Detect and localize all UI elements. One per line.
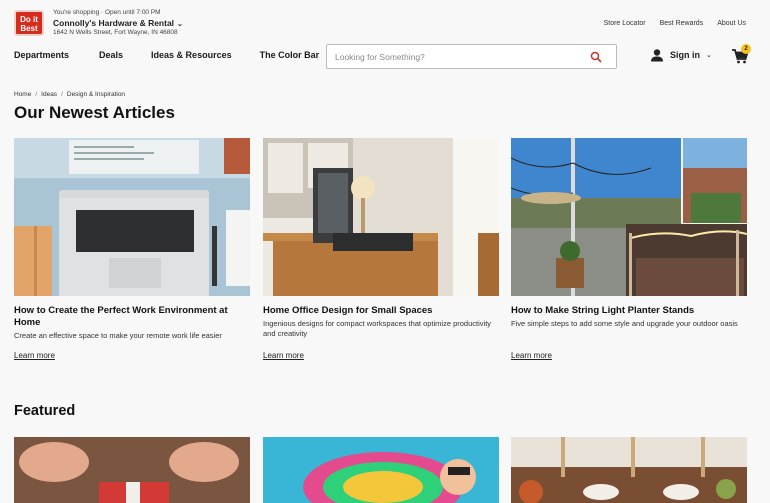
article-card: How to Create the Perfect Work Environme… (14, 138, 250, 360)
breadcrumb-separator: / (61, 91, 63, 98)
article-title[interactable]: Home Office Design for Small Spaces (263, 305, 499, 317)
store-selector[interactable]: Connolly's Hardware & Rental ⌄ (53, 18, 183, 28)
article-card: Home Office Design for Small Spaces Inge… (263, 138, 499, 360)
store-name: Connolly's Hardware & Rental (53, 18, 175, 28)
nav-departments[interactable]: Departments (14, 50, 69, 60)
brand-logo[interactable]: Do it Best (14, 10, 44, 36)
featured-image-table-setting[interactable] (511, 437, 747, 503)
article-description: Create an effective space to make your r… (14, 331, 222, 340)
article-description: Ingenious designs for compact workspaces… (263, 319, 492, 338)
breadcrumb: Home / Ideas / Design & Inspiration (14, 91, 125, 98)
featured-heading: Featured (14, 403, 76, 419)
learn-more-link[interactable]: Learn more (263, 351, 304, 360)
article-title[interactable]: How to Create the Perfect Work Environme… (14, 305, 250, 329)
breadcrumb-ideas[interactable]: Ideas (41, 91, 57, 98)
nav-deals[interactable]: Deals (99, 50, 123, 60)
logo-text-line2: Best (20, 24, 38, 33)
store-address: 1642 N Wells Street, Fort Wayne, IN 4680… (53, 29, 178, 36)
search-icon[interactable] (590, 51, 602, 63)
chevron-down-icon: ⌄ (177, 21, 183, 28)
article-card: How to Make String Light Planter Stands … (511, 138, 747, 360)
search-box (326, 44, 617, 69)
user-icon (651, 49, 663, 62)
article-description: Five simple steps to add some style and … (511, 319, 738, 328)
shopping-status: You're shopping · Open until 7:00 PM (53, 9, 161, 16)
chevron-down-icon: ⌄ (706, 52, 712, 59)
utility-links: Store Locator Best Rewards About Us (604, 20, 746, 27)
cart-count-badge: 2 (741, 44, 751, 54)
top-bar: Do it Best You're shopping · Open until … (0, 0, 770, 38)
breadcrumb-current: Design & Inspiration (66, 91, 126, 98)
page-title: Our Newest Articles (14, 103, 175, 122)
learn-more-link[interactable]: Learn more (511, 351, 552, 360)
article-image-string-lights[interactable] (511, 138, 747, 296)
signin-menu[interactable]: Sign in ⌄ (650, 48, 712, 62)
nav-color-bar[interactable]: The Color Bar (260, 50, 320, 60)
store-locator-link[interactable]: Store Locator (604, 20, 646, 27)
logo-text-line1: Do it (20, 15, 38, 24)
search-input[interactable] (335, 50, 575, 64)
main-nav: Departments Deals Ideas & Resources The … (14, 50, 347, 60)
learn-more-link[interactable]: Learn more (14, 351, 55, 360)
nav-ideas-resources[interactable]: Ideas & Resources (151, 50, 232, 60)
article-image-workspace[interactable] (14, 138, 250, 296)
article-image-home-office[interactable] (263, 138, 499, 296)
best-rewards-link[interactable]: Best Rewards (660, 20, 704, 27)
featured-image-gift[interactable] (14, 437, 250, 503)
featured-image-pool[interactable] (263, 437, 499, 503)
signin-label: Sign in (670, 50, 700, 60)
breadcrumb-separator: / (35, 91, 38, 98)
article-title[interactable]: How to Make String Light Planter Stands (511, 305, 747, 317)
about-us-link[interactable]: About Us (717, 20, 746, 27)
breadcrumb-home[interactable]: Home (14, 91, 31, 98)
